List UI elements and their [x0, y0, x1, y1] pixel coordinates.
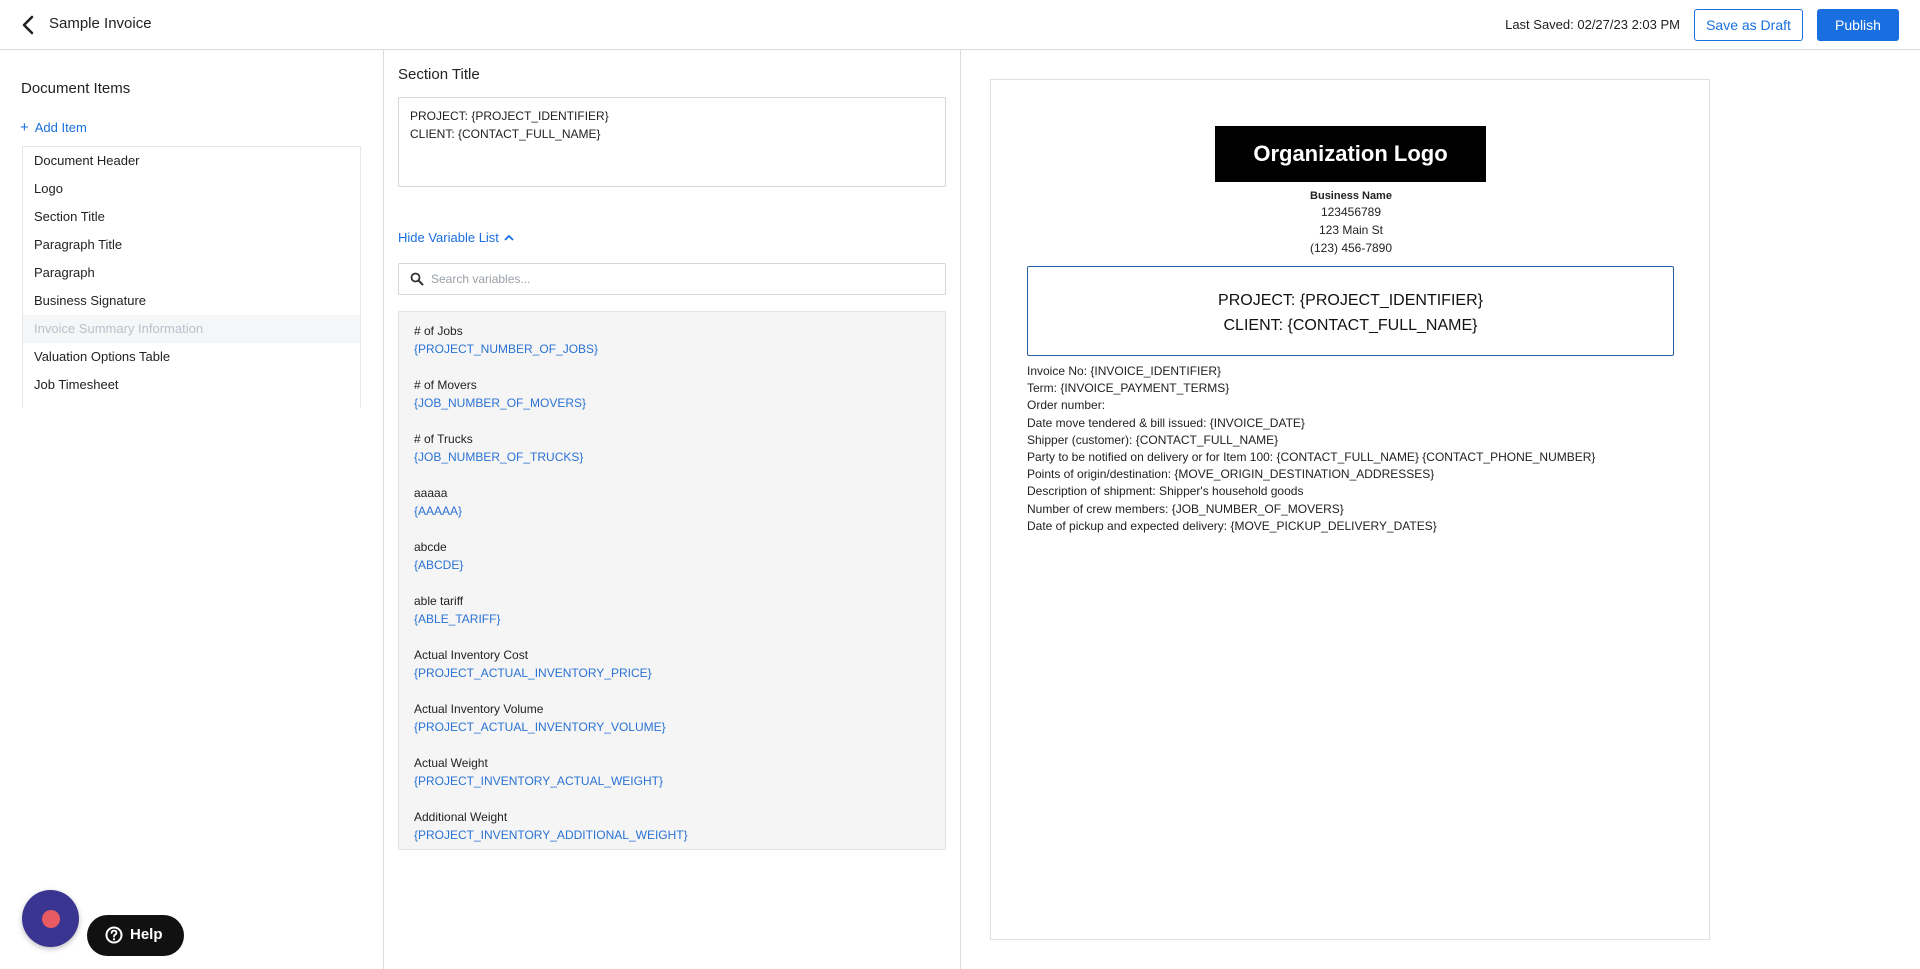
hide-variable-list-toggle[interactable]: Hide Variable List [398, 230, 514, 245]
section-editor-panel: Section Title PROJECT: {PROJECT_IDENTIFI… [384, 50, 961, 969]
variable-item[interactable]: Actual Inventory Volume {PROJECT_ACTUAL_I… [399, 701, 945, 755]
variable-token: {JOB_NUMBER_OF_TRUCKS} [414, 450, 584, 464]
invoice-info-line: Order number: [1027, 398, 1106, 413]
business-phone: (123) 456-7890 [1309, 241, 1393, 255]
last-saved-text: Last Saved: 02/27/23 2:03 PM [1505, 17, 1680, 32]
variable-item[interactable]: # of Jobs {PROJECT_NUMBER_OF_JOBS} [399, 323, 945, 377]
variable-item[interactable]: Additional Weight {PROJECT_INVENTORY_ADDI… [399, 809, 945, 849]
variable-label: # of Movers [414, 378, 477, 392]
document-item[interactable]: Logo [23, 175, 360, 203]
variable-token: {PROJECT_ACTUAL_INVENTORY_PRICE} [414, 666, 652, 680]
variable-label: Actual Weight [414, 756, 488, 770]
variable-token: {PROJECT_INVENTORY_ACTUAL_WEIGHT} [414, 774, 663, 788]
invoice-info-line: Invoice No: {INVOICE_IDENTIFIER} [1027, 364, 1222, 378]
variable-token: {ABCDE} [414, 558, 464, 572]
add-item-button[interactable]: + Add Item [20, 119, 87, 136]
business-id: 123456789 [1320, 205, 1382, 219]
organization-logo: Organization Logo [1215, 126, 1486, 182]
document-item[interactable]: Document Header [23, 147, 360, 175]
section-title-textarea[interactable]: PROJECT: {PROJECT_IDENTIFIER} CLIENT: {C… [398, 97, 946, 187]
section-text-line: PROJECT: {PROJECT_IDENTIFIER} [410, 109, 609, 123]
variable-token: {PROJECT_INVENTORY_ADDITIONAL_WEIGHT} [414, 828, 688, 842]
publish-button[interactable]: Publish [1817, 9, 1899, 41]
help-label: Help [130, 926, 163, 943]
invoice-info-line: Points of origin/destination: {MOVE_ORIG… [1027, 467, 1435, 482]
section-text-line: CLIENT: {CONTACT_FULL_NAME} [410, 127, 601, 141]
variable-token: {JOB_NUMBER_OF_MOVERS} [414, 396, 587, 410]
hide-variable-list-label: Hide Variable List [398, 230, 499, 245]
business-name: Business Name [1310, 190, 1392, 202]
section-title-preview[interactable]: PROJECT: {PROJECT_IDENTIFIER} CLIENT: {C… [1027, 266, 1674, 356]
document-item[interactable]: Section Title [23, 203, 360, 231]
variable-label: Additional Weight [414, 810, 508, 824]
page-title: Sample Invoice [49, 15, 152, 32]
variable-list: # of Jobs {PROJECT_NUMBER_OF_JOBS} # of M… [398, 311, 946, 850]
document-items-panel: Document Items + Add Item Document Header… [0, 50, 384, 969]
section-preview-line: PROJECT: {PROJECT_IDENTIFIER} [1218, 292, 1483, 309]
document-preview-panel: Organization Logo Business Name 12345678… [961, 50, 1920, 969]
document-preview-page: Organization Logo Business Name 12345678… [990, 79, 1710, 940]
section-preview-line: CLIENT: {CONTACT_FULL_NAME} [1223, 317, 1478, 334]
chevron-up-icon [504, 233, 514, 245]
document-items-heading: Document Items [21, 80, 131, 97]
variable-item[interactable]: aaaaa {AAAAA} [399, 485, 945, 539]
search-variables-input[interactable] [431, 264, 931, 294]
variable-item[interactable]: # of Trucks {JOB_NUMBER_OF_TRUCKS} [399, 431, 945, 485]
search-icon [410, 272, 424, 286]
save-as-draft-button[interactable]: Save as Draft [1694, 9, 1803, 41]
variable-search [398, 263, 946, 295]
variable-label: Actual Inventory Cost [414, 648, 529, 662]
invoice-info-line: Shipper (customer): {CONTACT_FULL_NAME} [1027, 432, 1279, 447]
variable-item[interactable]: # of Movers {JOB_NUMBER_OF_MOVERS} [399, 377, 945, 431]
invoice-summary-preview[interactable]: Invoice No: {INVOICE_IDENTIFIER} Term: {… [1027, 363, 1595, 535]
document-item-selected[interactable]: Invoice Summary Information [23, 315, 360, 343]
variable-label: Actual Inventory Volume [414, 702, 544, 716]
business-info: Business Name 123456789 123 Main St (123… [991, 189, 1711, 257]
section-editor-heading: Section Title [398, 66, 480, 83]
chat-status-icon [42, 910, 60, 928]
variable-item[interactable]: Actual Inventory Cost {PROJECT_ACTUAL_INV… [399, 647, 945, 701]
invoice-info-line: Party to be notified on delivery or for … [1027, 450, 1596, 465]
invoice-info-line: Description of shipment: Shipper's house… [1027, 484, 1304, 499]
variable-label: aaaaa [414, 486, 448, 500]
add-item-label: Add Item [34, 120, 87, 135]
invoice-info-line: Date of pickup and expected delivery: {M… [1027, 518, 1437, 533]
variable-token: {AAAAA} [414, 504, 463, 518]
top-bar: Sample Invoice Last Saved: 02/27/23 2:03… [0, 0, 1920, 50]
chat-launcher-button[interactable] [22, 890, 79, 947]
variable-label: abcde [414, 540, 447, 554]
help-button[interactable]: Help [87, 915, 184, 956]
variable-item[interactable]: Actual Weight {PROJECT_INVENTORY_ACTUAL_W… [399, 755, 945, 809]
variable-token: {ABLE_TARIFF} [414, 612, 501, 626]
variable-item[interactable]: abcde {ABCDE} [399, 539, 945, 593]
invoice-info-line: Term: {INVOICE_PAYMENT_TERMS} [1027, 381, 1230, 396]
invoice-info-line: Number of crew members: {JOB_NUMBER_OF_M… [1027, 501, 1344, 516]
document-item[interactable]: Paragraph Title [23, 231, 360, 259]
variable-label: # of Trucks [414, 432, 473, 446]
back-arrow-icon[interactable] [18, 13, 40, 37]
variable-label: # of Jobs [414, 324, 463, 338]
variable-item[interactable]: able tariff {ABLE_TARIFF} [399, 593, 945, 647]
business-address: 123 Main St [1318, 223, 1384, 237]
variable-token: {PROJECT_ACTUAL_INVENTORY_VOLUME} [414, 720, 666, 734]
variable-label: able tariff [414, 594, 464, 608]
question-circle-icon [105, 926, 123, 944]
document-items-list: Document Header Logo Section Title Parag… [22, 146, 361, 408]
invoice-info-line: Date move tendered & bill issued: {INVOI… [1027, 415, 1305, 430]
plus-icon: + [20, 119, 29, 136]
document-item[interactable]: Job Timesheet [23, 371, 360, 399]
variable-token: {PROJECT_NUMBER_OF_JOBS} [414, 342, 599, 356]
document-item[interactable]: Business Signature [23, 287, 360, 315]
document-item[interactable]: Valuation Options Table [23, 343, 360, 371]
document-item[interactable]: Paragraph [23, 259, 360, 287]
